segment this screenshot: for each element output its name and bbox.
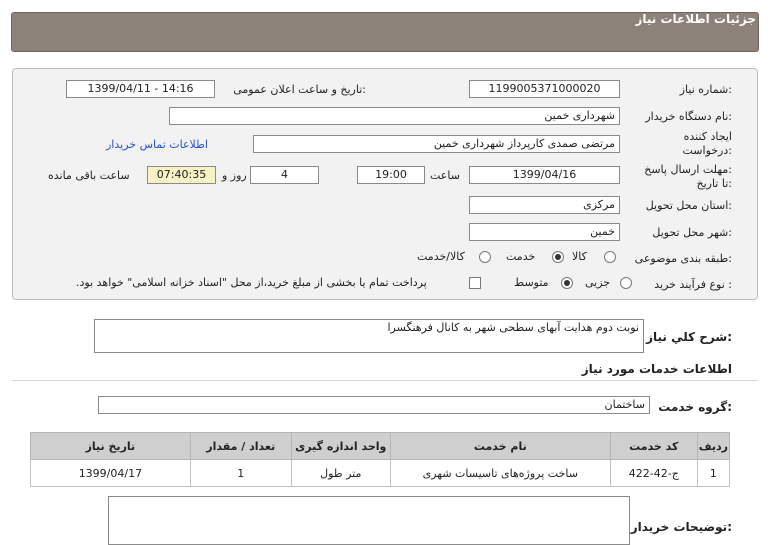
service-group-field: ساختمان [98,396,650,414]
col-header-service-name: نام خدمت [389,432,611,460]
category-option-goods-service: کالا/خدمت [417,250,465,263]
process-option-minor: جزیی [585,276,611,289]
province-label: استان محل تحویل: [645,199,732,212]
services-section-title: اطلاعات خدمات مورد نیاز [581,362,732,376]
buyer-notes-field [108,496,630,545]
city-field: خمین [469,223,620,241]
creator-label-line2: درخواست: [682,144,733,157]
process-radio-minor[interactable] [620,277,632,289]
remaining-days-field: 4 [250,166,319,184]
category-label: طبقه بندی موضوعی: [634,252,732,265]
buyer-org-label: نام دستگاه خریدار: [645,110,732,123]
category-radio-service[interactable] [552,251,564,263]
announce-datetime-label: تاریخ و ساعت اعلان عمومی: [233,83,366,96]
description-label: شرح کلي نياز: [646,330,732,344]
treasury-payment-note: پرداخت تمام یا بخشی از مبلغ خرید،از محل … [76,276,427,289]
category-option-service: خدمت [506,250,536,263]
process-label: نوع فرآیند خرید : [654,278,732,291]
buyer-org-field: شهرداری خمین [169,107,620,125]
need-number-label: شماره نیاز: [679,83,732,96]
services-table-header: ردیف کد خدمت نام خدمت واحد اندازه گیری ت… [30,432,731,460]
cell-unit: متر طول [290,459,391,487]
col-header-service-code: کد خدمت [609,432,698,460]
col-header-unit: واحد اندازه گیری [290,432,391,460]
creator-field: مرتضی صمدی کارپرداز شهرداری خمین [253,135,620,153]
announce-datetime-field: 1399/04/11 - 14:16 [66,80,215,98]
page-title: جزئیات اطلاعات نیاز [635,12,756,26]
creator-label-line1: ایجاد کننده [683,130,732,143]
cell-row-number: 1 [696,459,731,487]
need-number-field: 1199005371000020 [469,80,620,98]
category-radio-goods[interactable] [604,251,616,263]
treasury-payment-checkbox[interactable] [469,277,481,289]
description-field: نوبت دوم هدایت آبهای سطحی شهر به کانال ف… [94,319,644,353]
col-header-row-number: ردیف [696,432,731,460]
buyer-contact-link[interactable]: اطلاعات تماس خریدار [106,138,208,151]
deadline-time-field: 19:00 [357,166,425,184]
services-section-divider [12,380,758,381]
cell-need-date: 1399/04/17 [30,459,191,487]
remaining-time-label: ساعت باقی مانده [48,169,130,182]
deadline-label-line2: تا تاریخ: [696,177,732,190]
deadline-time-label: ساعت [430,169,460,182]
category-radio-goods-service[interactable] [479,251,491,263]
cell-service-name: ساخت پروژه‌های تاسیسات شهری [389,459,611,487]
table-row: 1 ج-42-422 ساخت پروژه‌های تاسیسات شهری م… [30,459,731,487]
remaining-time-field: 07:40:35 [147,166,216,184]
remaining-days-label: روز و [222,169,247,182]
col-header-quantity: تعداد / مقدار [189,432,292,460]
deadline-label-line1: مهلت ارسال پاسخ: [644,163,732,176]
deadline-date-field: 1399/04/16 [469,166,620,184]
city-label: شهر محل تحویل: [652,226,732,239]
province-field: مرکزی [469,196,620,214]
service-group-label: گروه خدمت: [658,400,732,414]
col-header-need-date: تاریخ نیاز [30,432,191,460]
services-table: ردیف کد خدمت نام خدمت واحد اندازه گیری ت… [30,432,731,487]
cell-service-code: ج-42-422 [609,459,698,487]
process-radio-medium[interactable] [561,277,573,289]
process-option-medium: متوسط [514,276,549,289]
cell-quantity: 1 [189,459,292,487]
need-info-panel [12,68,758,300]
category-option-goods: کالا [572,250,587,263]
buyer-notes-label: توضیحات خریدار: [630,520,732,534]
